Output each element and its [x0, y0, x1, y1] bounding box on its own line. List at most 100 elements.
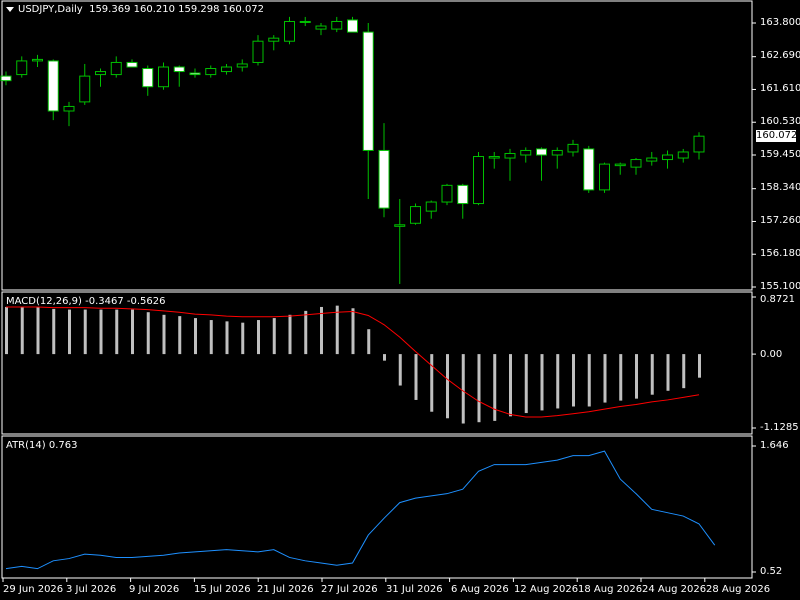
- time-axis-label: 18 Aug 2026: [578, 584, 643, 595]
- macd-bar: [178, 316, 182, 355]
- candle-body: [583, 148, 595, 191]
- candle-body: [142, 68, 154, 88]
- atr-axis-label: 0.52: [760, 566, 783, 577]
- candle-body: [126, 61, 138, 68]
- macd-bar: [335, 305, 339, 355]
- macd-axis-label: 0.8721: [760, 294, 795, 305]
- candle-body: [189, 72, 201, 76]
- candle-body: [32, 58, 43, 62]
- candle-body: [205, 68, 217, 76]
- macd-bar: [115, 309, 119, 355]
- price-axis-label: 162.690: [760, 50, 800, 61]
- macd-bar: [5, 306, 8, 355]
- candle-body: [441, 184, 453, 203]
- candle-body: [473, 156, 484, 205]
- price-axis-label: 161.610: [760, 83, 800, 94]
- macd-bar: [650, 354, 654, 395]
- candle-body: [614, 163, 626, 167]
- macd-bar: [493, 354, 497, 421]
- candle-body: [315, 25, 327, 30]
- time-axis-label: 28 Aug 2026: [706, 584, 771, 595]
- price-axis-label: 158.340: [760, 182, 800, 193]
- collapse-triangle-icon[interactable]: [6, 6, 14, 12]
- macd-bar: [36, 306, 40, 355]
- macd-bar: [162, 314, 166, 355]
- macd-bar: [272, 318, 276, 355]
- candle-body: [599, 163, 610, 191]
- price-axis-label: 160.530: [760, 116, 800, 127]
- candle-body: [457, 184, 469, 205]
- macd-bar: [587, 354, 591, 407]
- candle-body: [268, 37, 280, 42]
- macd-bar: [257, 320, 260, 355]
- time-axis-label: 24 Aug 2026: [642, 584, 707, 595]
- macd-bar: [241, 322, 245, 355]
- macd-bar: [367, 329, 371, 355]
- macd-bar: [430, 354, 434, 412]
- macd-bar: [383, 354, 386, 361]
- macd-bar: [398, 354, 402, 386]
- candle-body: [504, 152, 516, 159]
- last-price-marker: 160.072: [756, 130, 798, 142]
- panel-frames: [1, 0, 753, 579]
- candle-body: [677, 151, 689, 159]
- macd-bar: [603, 354, 607, 403]
- candle-body: [0, 75, 12, 82]
- time-axis-label: 29 Jun 2026: [3, 584, 64, 595]
- time-axis-label: 31 Jul 2026: [386, 584, 443, 595]
- candle-body: [236, 63, 248, 68]
- atr-path: [5, 450, 716, 570]
- atr-axis-label: 1.646: [760, 440, 789, 451]
- candle-body: [488, 156, 500, 159]
- time-axis-label: 21 Jul 2026: [257, 584, 314, 595]
- macd-bar: [225, 321, 229, 355]
- macd-bar: [414, 354, 418, 400]
- candle-body: [347, 19, 358, 33]
- candle-body: [63, 105, 75, 112]
- price-axis-label: 163.800: [760, 17, 800, 28]
- macd-bar: [83, 309, 87, 355]
- price-axis-label: 159.450: [760, 149, 800, 160]
- macd-bar: [477, 354, 481, 423]
- time-axis-label: 12 Aug 2026: [514, 584, 579, 595]
- candle-body: [284, 20, 295, 42]
- candle-body: [110, 61, 122, 76]
- macd-bar: [351, 308, 355, 355]
- time-axis-label: 9 Jul 2026: [129, 584, 180, 595]
- macd-bar: [52, 308, 56, 355]
- candle-body: [47, 60, 59, 112]
- macd-bar: [288, 314, 292, 355]
- macd-bar: [540, 354, 544, 411]
- symbol-label: USDJPY,Daily: [18, 4, 83, 15]
- candle-body: [630, 159, 642, 168]
- candle-body: [79, 75, 91, 103]
- candle-body: [173, 66, 185, 73]
- candle-body: [646, 157, 658, 162]
- atr-line: [5, 450, 716, 570]
- candle-body: [662, 154, 673, 161]
- candle-body: [551, 149, 563, 156]
- candle-body: [536, 148, 547, 156]
- macd-bar: [99, 309, 103, 355]
- macd-axis-label: -1.1285: [760, 422, 799, 433]
- atr-title: ATR(14) 0.763: [6, 440, 78, 451]
- macd-bar: [619, 354, 623, 401]
- panel-frame: [1, 0, 753, 291]
- macd-bar: [209, 320, 213, 355]
- macd-bar: [131, 309, 134, 355]
- macd-bar: [635, 354, 638, 399]
- price-axis-label: 156.180: [760, 248, 800, 259]
- macd-bar: [20, 306, 24, 355]
- macd-bar: [461, 354, 465, 424]
- panel-frame: [1, 291, 753, 435]
- macd-bar: [146, 312, 150, 355]
- candle-body: [378, 149, 390, 209]
- time-axis-label: 27 Jul 2026: [321, 584, 378, 595]
- chart-header: USDJPY,Daily 159.369 160.210 159.298 160…: [6, 4, 264, 16]
- macd-bar: [194, 318, 197, 355]
- candle-body: [299, 20, 311, 23]
- macd-axis-label: 0.00: [760, 349, 783, 360]
- candle-body: [331, 20, 343, 30]
- macd-title: MACD(12,26,9) -0.3467 -0.5626: [6, 296, 166, 307]
- macd-bar: [698, 354, 701, 378]
